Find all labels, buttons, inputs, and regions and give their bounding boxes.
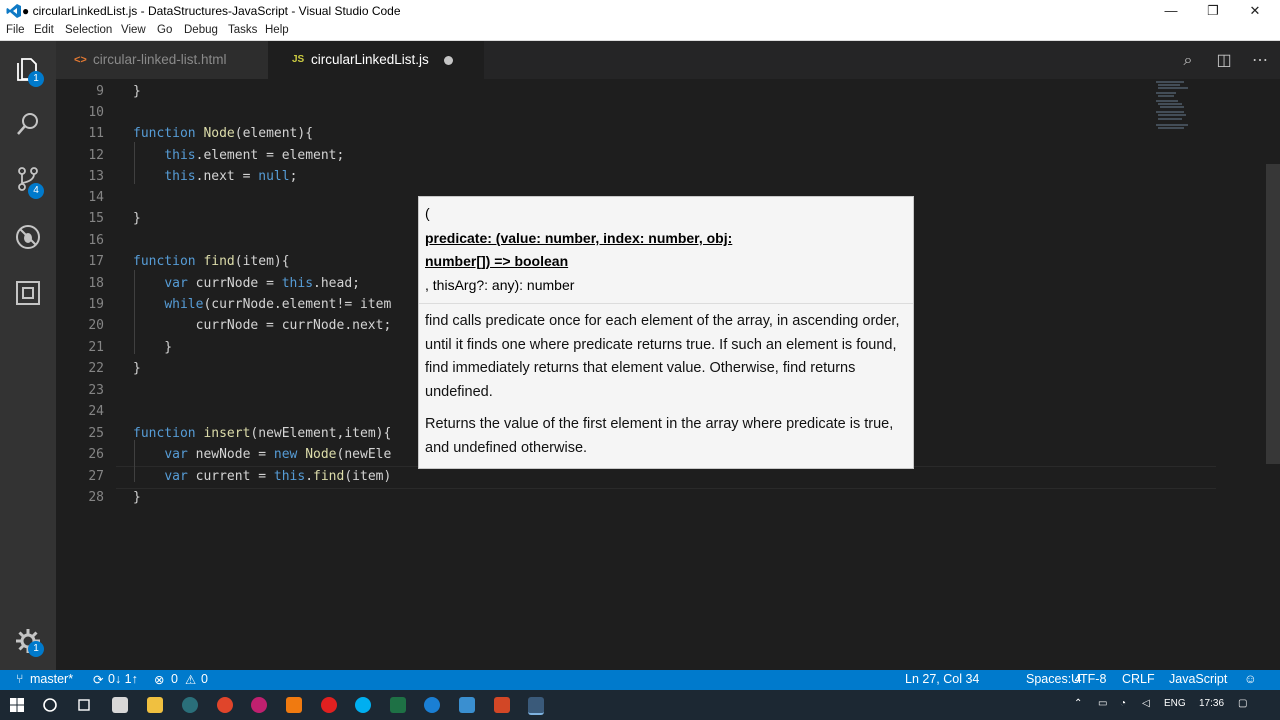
task-view-icon[interactable] [76, 697, 92, 713]
app-icon[interactable] [251, 697, 267, 713]
code-line: 28} [88, 490, 141, 505]
menu-debug[interactable]: Debug [184, 24, 218, 36]
tray-wifi-icon[interactable]: ◔ [1120, 698, 1126, 709]
language-mode[interactable]: JavaScript [1169, 672, 1227, 686]
windows-start-icon[interactable] [9, 697, 25, 713]
store-icon[interactable] [459, 697, 475, 713]
tray-up-arrow-icon[interactable]: ⌃ [1074, 698, 1082, 709]
windows-taskbar: ⌃ ▭ ◔ ◁ ENG 17:36 ▢ [0, 690, 1280, 720]
signature-open-paren: ( [425, 205, 430, 221]
input-language[interactable]: ENG [1164, 698, 1186, 709]
code-line: 27 var current = this.find(item) [88, 469, 392, 484]
activity-bar: 1 4 1 [0, 41, 56, 670]
vscode-logo-icon [6, 4, 21, 18]
menu-file[interactable]: File [6, 24, 25, 36]
sync-icon[interactable]: ⟳ [93, 672, 103, 687]
status-bar: ⑂ master* ⟳ 0↓ 1↑ ⊗ 0 ⚠ 0 Ln 27, Col 34 … [0, 670, 1280, 690]
code-line: 10 [88, 105, 104, 120]
tray-volume-icon[interactable]: ◁ [1142, 698, 1150, 709]
feedback-smiley-icon[interactable]: ☺ [1244, 672, 1257, 686]
sync-status[interactable]: 0↓ 1↑ [108, 672, 138, 686]
code-line: 11 function Node(element){ [88, 126, 314, 141]
edge-icon[interactable] [424, 697, 440, 713]
cursor-position[interactable]: Ln 27, Col 34 [905, 672, 979, 686]
split-editor-icon[interactable]: ◫ [1213, 50, 1235, 72]
file-explorer-icon[interactable] [147, 697, 163, 713]
search-icon[interactable] [14, 110, 42, 138]
encoding[interactable]: UTF-8 [1071, 672, 1106, 686]
opera-icon[interactable] [321, 697, 337, 713]
tooltip-doc-returns: Returns the value of the first element i… [425, 416, 894, 456]
vertical-scrollbar[interactable] [1266, 164, 1280, 464]
warning-count[interactable]: 0 [201, 672, 208, 686]
window-title: ● circularLinkedList.js - DataStructures… [22, 4, 401, 18]
signature-active-parameter: predicate: (value: number, index: number… [425, 230, 733, 246]
code-line: 9} [96, 84, 141, 99]
clock-time[interactable]: 17:36 [1199, 698, 1224, 709]
mail-icon[interactable] [112, 697, 128, 713]
source-control-badge: 4 [28, 183, 44, 199]
more-actions-icon[interactable]: ⋯ [1249, 50, 1271, 72]
cortana-search-icon[interactable] [42, 697, 58, 713]
branch-icon[interactable]: ⑂ [16, 672, 24, 686]
minimize-button[interactable]: — [1150, 0, 1192, 22]
restore-button[interactable]: ❐ [1192, 0, 1234, 22]
media-player-icon[interactable] [182, 697, 198, 713]
menu-tasks[interactable]: Tasks [228, 24, 257, 36]
minimap[interactable] [1154, 79, 1214, 139]
notifications-icon[interactable]: ▢ [1238, 698, 1247, 709]
vscode-taskbar-icon[interactable] [528, 697, 544, 715]
vlc-icon[interactable] [286, 697, 302, 713]
menu-go[interactable]: Go [157, 24, 172, 36]
git-branch[interactable]: master* [30, 672, 73, 686]
tab-circular-linked-list-html[interactable]: <> circular-linked-list.html [56, 41, 268, 79]
error-icon[interactable]: ⊗ [154, 672, 164, 687]
close-button[interactable]: ✕ [1234, 0, 1276, 22]
tab-bar: <> circular-linked-list.html JS circular… [56, 41, 1280, 79]
extensions-icon[interactable] [14, 279, 42, 307]
menu-edit[interactable]: Edit [34, 24, 54, 36]
code-line: 13 this.next = null; [88, 169, 298, 184]
menu-selection[interactable]: Selection [65, 24, 112, 36]
menu-view[interactable]: View [121, 24, 146, 36]
explorer-badge: 1 [28, 71, 44, 87]
menu-bar: File Edit Selection View Go Debug Tasks … [0, 22, 1280, 41]
tab-label: circularLinkedList.js [311, 52, 429, 67]
open-preview-icon[interactable]: ⌕ [1177, 50, 1199, 72]
code-line: 12 this.element = element; [88, 148, 345, 163]
unsaved-dot-icon[interactable] [444, 56, 453, 65]
signature-active-parameter-cont: number[]) => boolean [425, 253, 569, 269]
js-file-icon: JS [292, 54, 305, 65]
error-count[interactable]: 0 [171, 672, 178, 686]
title-bar: ● circularLinkedList.js - DataStructures… [0, 0, 1280, 22]
debug-icon[interactable] [14, 223, 42, 251]
skype-icon[interactable] [355, 697, 371, 713]
tab-label: circular-linked-list.html [93, 52, 227, 67]
tab-circularlinkedlist-js[interactable]: JS circularLinkedList.js [268, 41, 484, 79]
menu-help[interactable]: Help [265, 24, 289, 36]
tooltip-doc-description: find calls predicate once for each eleme… [425, 313, 900, 400]
chrome-icon[interactable] [217, 697, 233, 713]
line-ending[interactable]: CRLF [1122, 672, 1155, 686]
parameter-hint-tooltip: ( predicate: (value: number, index: numb… [418, 196, 914, 469]
powerpoint-icon[interactable] [494, 697, 510, 713]
excel-icon[interactable] [390, 697, 406, 713]
html-file-icon: <> [74, 54, 87, 66]
warning-icon[interactable]: ⚠ [185, 672, 196, 687]
settings-badge: 1 [28, 641, 44, 657]
tooltip-divider [419, 303, 913, 304]
signature-rest: , thisArg?: any): number [425, 277, 575, 293]
tray-network-icon[interactable]: ▭ [1098, 698, 1107, 709]
